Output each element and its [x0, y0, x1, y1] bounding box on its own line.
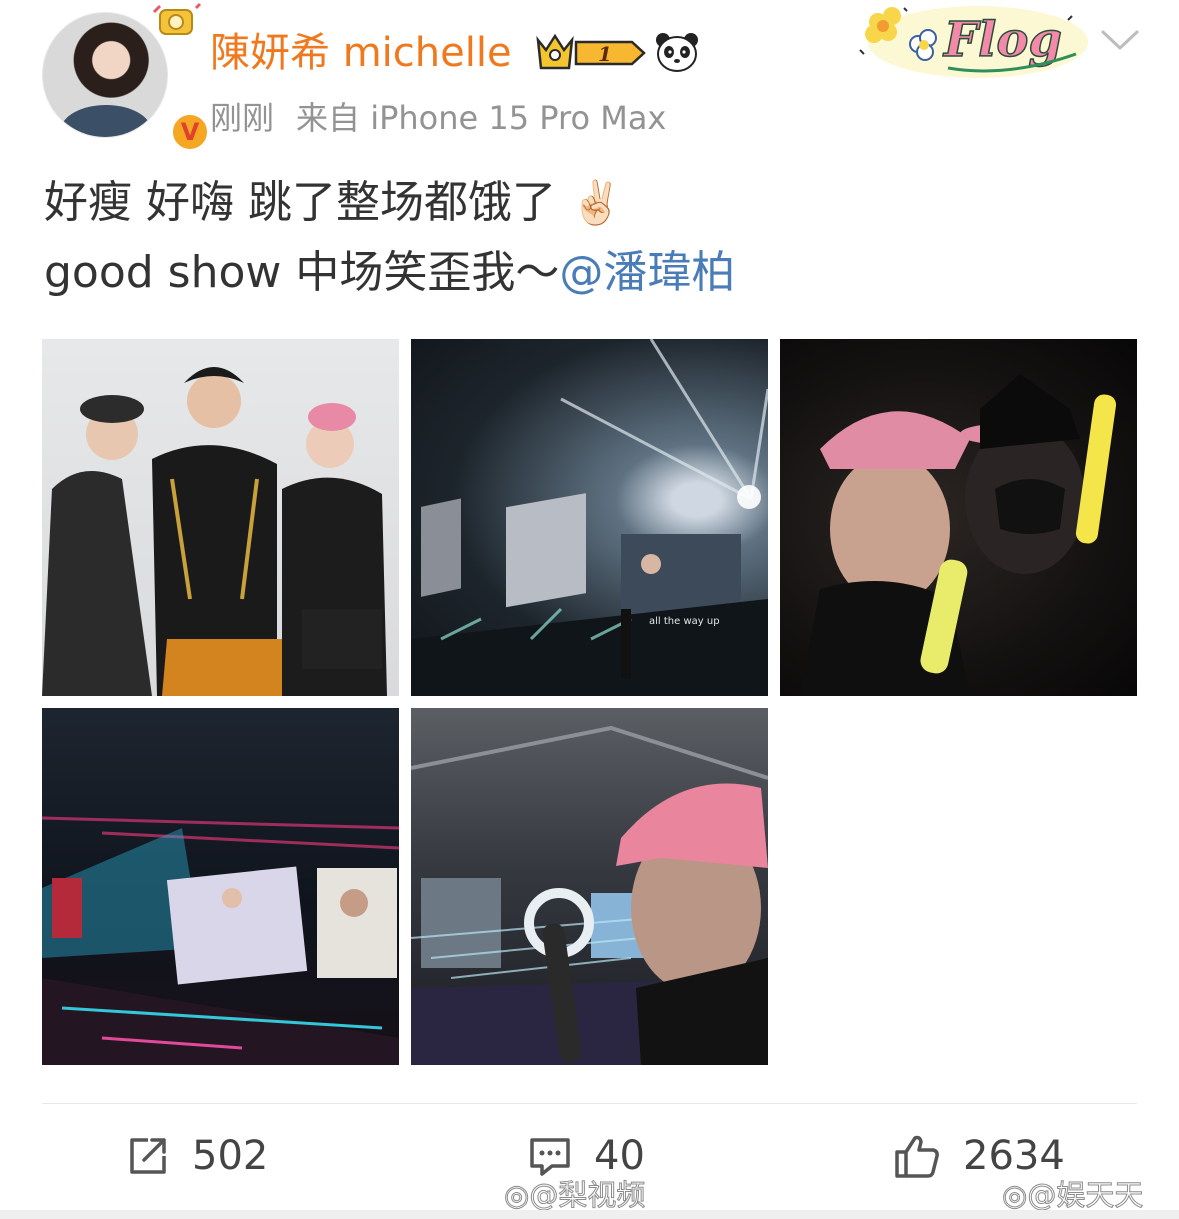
watermark-right: ◎@娱天天 [1001, 1172, 1144, 1214]
flog-decoration: Flog [859, 6, 1088, 78]
verified-badge: V [170, 112, 210, 152]
weibo-logo-icon: ◎ [503, 1178, 530, 1213]
avatar-container[interactable]: V [42, 2, 210, 152]
post-meta: 刚刚 来自 iPhone 15 Pro Max [210, 96, 688, 140]
flog-label: Flog [942, 12, 1062, 68]
watermark-right-text: @娱天天 [1027, 1178, 1144, 1213]
share-icon [130, 1138, 166, 1174]
mention-link[interactable]: @潘瑋柏 [559, 247, 735, 298]
watermark-left-text: @梨视频 [529, 1178, 646, 1213]
bottom-separator [0, 1210, 1179, 1219]
photo-stage-screens[interactable] [42, 708, 399, 1065]
avatar-crown-decoration-icon [152, 2, 202, 35]
stage-screens-art [42, 816, 399, 1065]
photo-group[interactable] [42, 339, 399, 696]
photo-selfie-lightstick[interactable] [780, 339, 1137, 696]
group-photo-art [42, 367, 387, 696]
watermark-left: ◎@梨视频 [503, 1172, 646, 1214]
panda-icon [656, 33, 698, 72]
repost-count: 502 [192, 1133, 269, 1179]
post-line-2: good show 中场笑歪我～@潘瑋柏 [44, 238, 1144, 308]
photo-arena-selfie[interactable] [411, 708, 768, 1065]
vip-crown-icon[interactable]: 1 [532, 30, 650, 76]
post-line-1-text: 好瘦 好嗨 跳了整场都饿了 [44, 177, 556, 228]
repost-button[interactable]: 502 [126, 1128, 268, 1184]
chevron-down-icon[interactable] [1098, 26, 1142, 54]
divider [42, 1103, 1137, 1104]
thumbs-up-icon [895, 1135, 939, 1178]
avatar-shoulder [61, 105, 151, 137]
post-line-2-text: good show 中场笑歪我～ [44, 247, 560, 298]
selfie-lightstick-art [800, 374, 1117, 696]
post-time: 刚刚 [210, 99, 275, 137]
username[interactable]: 陳妍希 michelle [210, 26, 512, 80]
stage-caption: all the way up [649, 616, 720, 627]
post-source: 来自 iPhone 15 Pro Max [296, 99, 667, 137]
concert-stage-art: all the way up [411, 339, 768, 696]
victory-hand-emoji: ✌🏻 [569, 178, 623, 227]
vip-level: 1 [598, 42, 612, 66]
weibo-logo-icon: ◎ [1001, 1178, 1028, 1213]
photo-concert-stage[interactable]: all the way up [411, 339, 768, 696]
post-text: 好瘦 好嗨 跳了整场都饿了 ✌🏻 good show 中场笑歪我～@潘瑋柏 [44, 168, 1144, 308]
arena-selfie-art [411, 725, 768, 1065]
post-line-1: 好瘦 好嗨 跳了整场都饿了 ✌🏻 [44, 168, 1144, 238]
